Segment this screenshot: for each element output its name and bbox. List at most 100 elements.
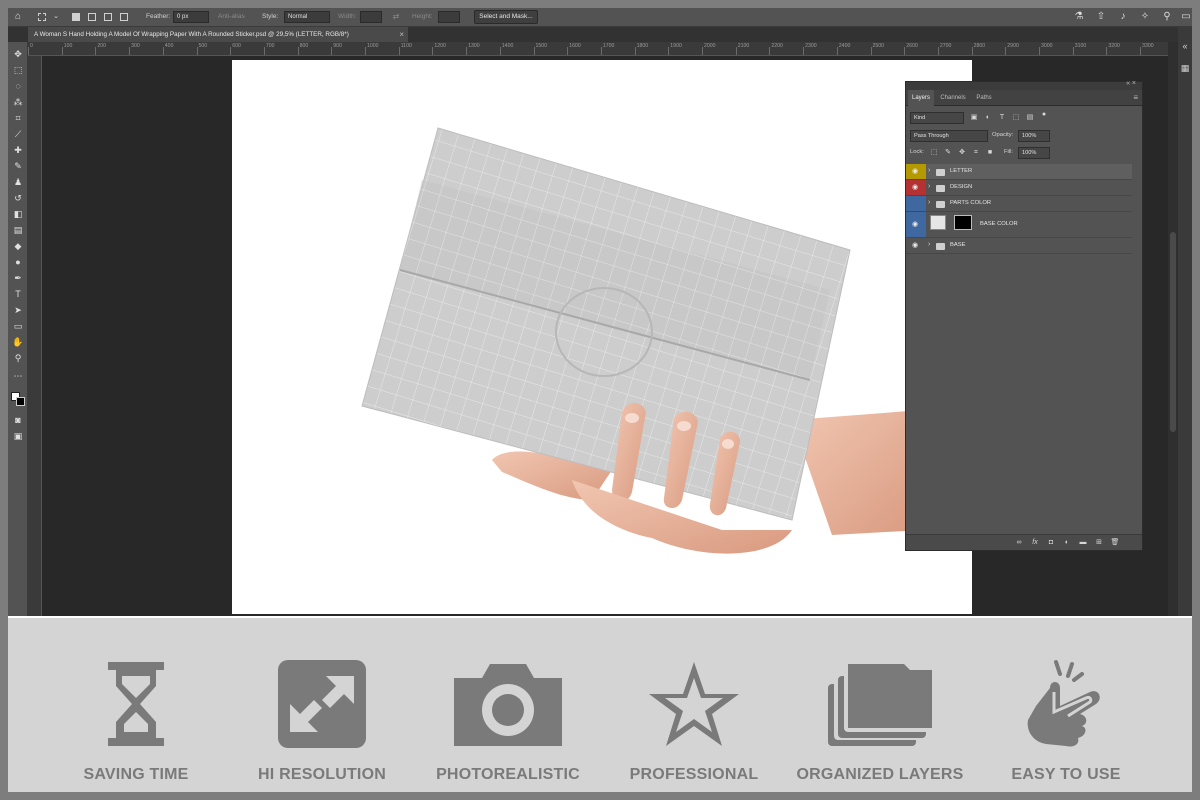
tab-layers[interactable]: Layers — [908, 90, 934, 106]
opacity-input[interactable]: 100% — [1018, 130, 1050, 142]
eraser-tool-icon[interactable]: ◧ — [11, 208, 25, 220]
marquee-tool-icon[interactable] — [38, 13, 46, 21]
panel-menu-icon[interactable]: ≡ — [1133, 90, 1138, 106]
search-icon[interactable]: ⚲ — [1161, 11, 1173, 23]
select-and-mask-button[interactable]: Select and Mask... — [474, 10, 538, 24]
document-tab[interactable]: A Woman S Hand Holding A Model Of Wrappi… — [28, 27, 408, 42]
lock-image-icon[interactable]: ✎ — [944, 149, 952, 157]
fx-icon[interactable]: fx — [1030, 537, 1040, 548]
properties-panel-icon[interactable]: ▦ — [1180, 63, 1190, 73]
link-layers-icon[interactable]: ∞ — [1014, 537, 1024, 548]
zoom-tool-icon[interactable]: ⚲ — [11, 352, 25, 364]
discover-icon[interactable]: ✧ — [1139, 11, 1151, 23]
flask-icon[interactable]: ⚗ — [1073, 11, 1085, 23]
lock-position-icon[interactable]: ✥ — [958, 149, 966, 157]
history-brush-icon[interactable]: ↺ — [11, 192, 25, 204]
filter-smart-object-icon[interactable]: ▤ — [1026, 114, 1034, 122]
add-mask-icon[interactable]: ◘ — [1046, 537, 1056, 548]
path-selection-icon[interactable]: ➤ — [11, 304, 25, 316]
layer-row-design[interactable]: ◉ › DESIGN — [906, 180, 1132, 196]
healing-brush-icon[interactable]: ✚ — [11, 144, 25, 156]
quick-mask-icon[interactable]: ◙ — [11, 414, 25, 426]
eyedropper-icon[interactable]: ⟋ — [11, 128, 25, 140]
pen-tool-icon[interactable]: ✒ — [11, 272, 25, 284]
feature-label: HI RESOLUTION — [258, 766, 386, 783]
chevron-right-icon[interactable]: › — [928, 199, 930, 206]
filter-toggle-icon[interactable]: ● — [1040, 111, 1048, 119]
antialias-checkbox[interactable]: Anti-alias — [218, 11, 245, 23]
blend-mode-select[interactable]: Pass Through — [910, 130, 988, 142]
workspace-icon[interactable]: ▭ — [1180, 11, 1192, 23]
new-layer-icon[interactable]: ⊞ — [1094, 537, 1104, 548]
eye-icon[interactable]: ◉ — [912, 183, 918, 191]
lock-all-icon[interactable]: ■ — [986, 149, 994, 157]
layer-row-base-color[interactable]: ◉ BASE COLOR — [906, 212, 1132, 238]
adjustment-layer-icon[interactable]: ◐ — [1062, 537, 1072, 548]
feather-input[interactable]: 0 px — [173, 11, 209, 23]
chevron-right-icon[interactable]: › — [928, 167, 930, 174]
blur-tool-icon[interactable]: ◆ — [11, 240, 25, 252]
trash-icon[interactable]: 🗑 — [1110, 537, 1120, 548]
tab-channels[interactable]: Channels — [936, 90, 970, 106]
chevron-down-icon[interactable]: ⌄ — [50, 11, 62, 23]
home-icon[interactable]: ⌂ — [12, 11, 24, 23]
brush-tool-icon[interactable]: ✎ — [11, 160, 25, 172]
layer-mask-thumbnail[interactable] — [954, 215, 972, 230]
document-canvas[interactable] — [232, 60, 972, 614]
style-select[interactable]: Normal — [284, 11, 330, 23]
layer-row-letter[interactable]: ◉ › LETTER — [906, 164, 1132, 180]
new-group-icon[interactable]: ▬ — [1078, 537, 1088, 548]
chevron-right-icon[interactable]: › — [928, 241, 930, 248]
share-icon[interactable]: ⇧ — [1095, 11, 1107, 23]
clone-stamp-icon[interactable]: ♟ — [11, 176, 25, 188]
close-icon[interactable]: × — [399, 27, 404, 42]
lasso-tool-icon[interactable]: ◌ — [11, 80, 25, 92]
swap-icon[interactable]: ⇄ — [390, 11, 402, 23]
eye-icon[interactable]: ◉ — [912, 241, 918, 249]
intersect-selection-icon[interactable] — [120, 13, 128, 21]
type-tool-icon[interactable]: T — [11, 288, 25, 300]
collapse-panel-icon[interactable]: « × — [1126, 80, 1136, 87]
filter-shape-icon[interactable]: ⬚ — [1012, 114, 1020, 122]
chevron-right-icon[interactable]: › — [928, 183, 930, 190]
crop-tool-icon[interactable]: ⌗ — [11, 112, 25, 124]
subtract-selection-icon[interactable] — [104, 13, 112, 21]
magic-wand-icon[interactable]: ⁂ — [11, 96, 25, 108]
folder-icon — [936, 243, 945, 250]
shape-tool-icon[interactable]: ▭ — [11, 320, 25, 332]
layer-row-parts-color[interactable]: › PARTS COLOR — [906, 196, 1132, 212]
layer-row-base[interactable]: ◉ › BASE — [906, 238, 1132, 254]
notification-bell-icon[interactable]: ♪ — [1117, 11, 1129, 23]
lock-label: Lock: — [910, 149, 924, 155]
ruler-mark-label: 1100 — [400, 43, 412, 49]
width-input[interactable] — [360, 11, 382, 23]
filter-pixel-icon[interactable]: ▣ — [970, 114, 978, 122]
more-tools-icon[interactable]: ⋯ — [11, 370, 25, 382]
filter-kind-select[interactable]: Kind — [910, 112, 964, 124]
hand-tool-icon[interactable]: ✋ — [11, 336, 25, 348]
move-tool-icon[interactable]: ✥ — [11, 48, 25, 60]
lock-transparent-icon[interactable]: ⬚ — [930, 149, 938, 157]
fill-input[interactable]: 100% — [1018, 147, 1050, 159]
filter-type-icon[interactable]: T — [998, 114, 1006, 122]
gradient-tool-icon[interactable]: ▤ — [11, 224, 25, 236]
eye-icon[interactable]: ◉ — [912, 167, 918, 175]
feature-label: PROFESSIONAL — [629, 766, 759, 783]
height-input[interactable] — [438, 11, 460, 23]
screen-mode-icon[interactable]: ▣ — [11, 430, 25, 442]
lock-artboard-icon[interactable]: ⌗ — [972, 149, 980, 157]
scrollbar-thumb[interactable] — [1170, 232, 1176, 432]
dodge-tool-icon[interactable]: ● — [11, 256, 25, 268]
tab-paths[interactable]: Paths — [972, 90, 996, 106]
filter-adjustment-icon[interactable]: ◐ — [984, 114, 992, 122]
add-selection-icon[interactable] — [88, 13, 96, 21]
eye-icon[interactable]: ◉ — [912, 220, 918, 228]
ruler-mark-label: 500 — [198, 43, 208, 49]
rectangular-marquee-icon[interactable]: ⬚ — [11, 64, 25, 76]
expand-panels-icon[interactable]: « — [1180, 41, 1190, 51]
vertical-scrollbar[interactable] — [1168, 42, 1178, 616]
background-color-swatch[interactable] — [16, 397, 25, 406]
layer-thumbnail[interactable] — [930, 215, 946, 230]
ruler-mark-label: 0 — [30, 43, 33, 49]
new-selection-icon[interactable] — [72, 13, 80, 21]
